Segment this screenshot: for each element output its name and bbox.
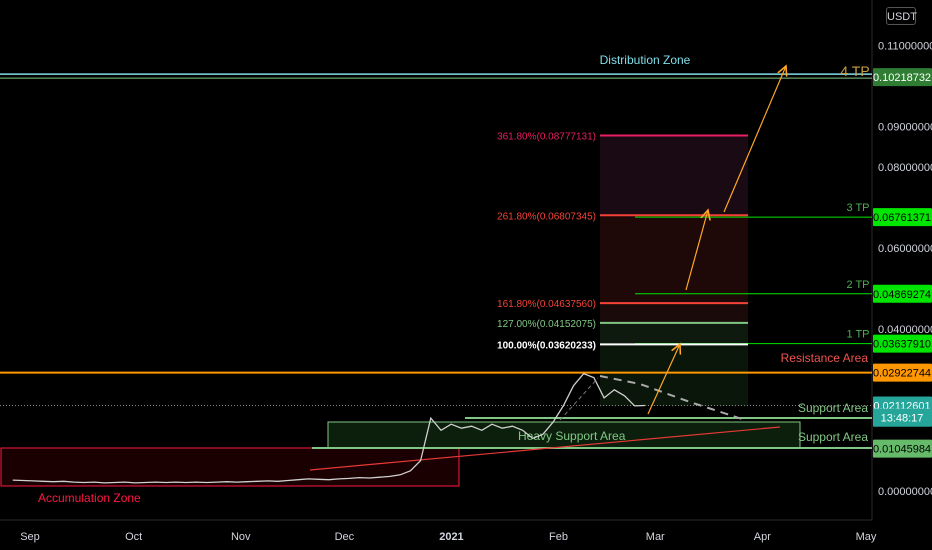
trading-chart[interactable]: Accumulation Zone Heavy Support Area Distr…: [0, 0, 932, 550]
x-tick-7: Apr: [754, 531, 771, 543]
y-tick-1: 0.09000000: [878, 122, 932, 134]
support-area-lower-label: Support Area: [798, 430, 868, 444]
x-tick-3: Dec: [335, 531, 355, 543]
price-label-text-1: 0.06761371: [873, 212, 931, 224]
support-area-upper-label: Support Area: [798, 401, 868, 415]
fib-zone-361: [600, 135, 748, 216]
inner-dashed-trend: [559, 377, 599, 421]
x-tick-6: Mar: [646, 531, 665, 543]
fib-zone-127: [600, 322, 748, 345]
fib-label-1: 261.80%(0.06807345): [497, 211, 596, 222]
distribution-zone-label: Distribution Zone: [600, 53, 691, 67]
fib-label-3: 127.00%(0.04152075): [497, 319, 596, 330]
fib-zone-261: [600, 215, 748, 304]
price-label-text-2: 0.04869274: [873, 289, 931, 301]
fib-label-2: 161.80%(0.04637560): [497, 299, 596, 310]
tp-label-2: 2 TP: [846, 279, 869, 291]
accumulation-zone-box: [0, 447, 460, 487]
price-label-text-0: 0.10218732: [873, 72, 931, 84]
tp-label-1: 1 TP: [846, 329, 869, 341]
price-label-text-6: 13:48:17: [881, 413, 924, 425]
y-tick-2: 0.08000000: [878, 162, 932, 174]
tp-label-3: 3 TP: [846, 202, 869, 214]
y-tick-4: 0.04000000: [878, 324, 932, 336]
currency-selector[interactable]: USDT: [886, 7, 917, 25]
y-tick-3: 0.06000000: [878, 243, 932, 255]
chart-canvas[interactable]: Accumulation Zone Heavy Support Area Distr…: [0, 0, 932, 550]
y-tick-0: 0.11000000: [878, 41, 932, 53]
fib-zone-161: [600, 303, 748, 323]
x-tick-1: Oct: [125, 531, 142, 543]
x-tick-4: 2021: [439, 531, 463, 543]
x-tick-5: Feb: [549, 531, 568, 543]
resistance-area-label: Resistance Area: [781, 351, 869, 365]
fib-label-4: 100.00%(0.03620233): [497, 340, 596, 351]
price-label-text-3: 0.03637910: [873, 339, 931, 351]
x-tick-0: Sep: [20, 531, 40, 543]
y-tick-5: 0.00000000: [878, 486, 932, 498]
accumulation-zone-label: Accumulation Zone: [38, 491, 141, 505]
price-label-text-4: 0.02922744: [873, 368, 931, 380]
fib-label-0: 361.80%(0.08777131): [497, 132, 596, 143]
heavy-support-label: Heavy Support Area: [518, 429, 626, 443]
x-tick-2: Nov: [231, 531, 251, 543]
tp4-label: 4 TP: [840, 63, 869, 79]
x-tick-8: May: [856, 531, 877, 543]
price-label-text-7: 0.01045984: [873, 444, 931, 456]
